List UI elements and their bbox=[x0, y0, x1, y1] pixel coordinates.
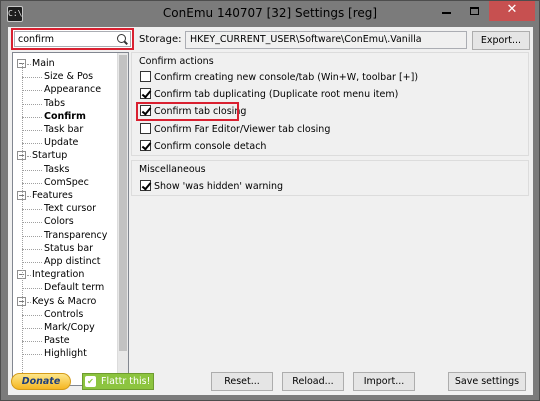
tree-item-features[interactable]: Features bbox=[32, 189, 73, 202]
tree-item-main[interactable]: Main bbox=[32, 57, 55, 70]
tree-connector bbox=[22, 222, 42, 224]
tree-connector bbox=[27, 156, 31, 158]
miscellaneous-group: Miscellaneous Show 'was hidden' warning bbox=[131, 160, 529, 196]
tree-connector bbox=[22, 63, 23, 383]
search-icon[interactable] bbox=[117, 34, 126, 43]
minimize-button[interactable] bbox=[433, 1, 460, 21]
tree-connector bbox=[22, 314, 42, 316]
checkbox-row-confirm-tab-duplicating-duplicate-root-m[interactable]: Confirm tab duplicating (Duplicate root … bbox=[140, 88, 398, 102]
confirm-actions-group: Confirm actions Confirm creating new con… bbox=[131, 52, 529, 156]
tree-item-task-bar[interactable]: Task bar bbox=[44, 123, 83, 136]
checkbox-row-confirm-creating-new-console-tab-win-w-t[interactable]: Confirm creating new console/tab (Win+W,… bbox=[140, 71, 418, 85]
tree-item-size-pos[interactable]: Size & Pos bbox=[44, 70, 93, 83]
tree-connector bbox=[22, 341, 42, 343]
tree-item-mark-copy[interactable]: Mark/Copy bbox=[44, 321, 95, 334]
tree-item-text-cursor[interactable]: Text cursor bbox=[44, 202, 96, 215]
highlight-annotation bbox=[136, 102, 239, 122]
close-icon: ✕ bbox=[506, 2, 518, 17]
tree-connector bbox=[22, 90, 42, 92]
save-settings-button[interactable]: Save settings bbox=[448, 372, 526, 391]
tree-item-tabs[interactable]: Tabs bbox=[44, 97, 65, 110]
tree-item-status-bar[interactable]: Status bar bbox=[44, 242, 93, 255]
tree-scrollbar[interactable] bbox=[117, 53, 128, 385]
title-bar[interactable]: C:\ ConEmu 140707 [32] Settings [reg] ✕ bbox=[1, 1, 539, 27]
flattr-label: Flattr this! bbox=[101, 376, 151, 387]
tree-connector bbox=[22, 209, 42, 211]
checkbox-label: Show 'was hidden' warning bbox=[154, 181, 284, 192]
tree-connector bbox=[22, 328, 42, 329]
storage-label: Storage: bbox=[139, 34, 182, 45]
tree-connector bbox=[22, 116, 42, 118]
checkbox-row-confirm-tab-closing[interactable]: Confirm tab closing bbox=[136, 102, 246, 122]
tree-connector bbox=[22, 354, 42, 356]
tree-connector bbox=[27, 301, 31, 303]
tree-item-paste[interactable]: Paste bbox=[44, 334, 70, 347]
tree-item-controls[interactable]: Controls bbox=[44, 308, 83, 321]
tree-connector bbox=[22, 262, 42, 263]
flattr-icon: ✔ bbox=[85, 376, 96, 387]
tree-connector bbox=[27, 275, 31, 277]
tree-connector bbox=[22, 182, 42, 184]
settings-tree[interactable]: − Main Size & Pos Appearance Tabs Confirm Task… bbox=[12, 52, 129, 386]
miscellaneous-title: Miscellaneous bbox=[139, 164, 206, 175]
tree-connector bbox=[27, 196, 31, 197]
tree-item-startup[interactable]: Startup bbox=[32, 149, 67, 162]
settings-client-area: −MainSize & PosAppearanceTabsConfirmTask… bbox=[8, 27, 533, 395]
donate-button[interactable]: Donate bbox=[11, 373, 71, 390]
tree-connector bbox=[22, 169, 42, 171]
checkbox-row-show-was-hidden-warning[interactable]: Show 'was hidden' warning bbox=[140, 180, 283, 194]
tree-scrollbar-thumb[interactable] bbox=[119, 55, 127, 351]
tree-item-tasks[interactable]: Tasks bbox=[44, 163, 69, 176]
reset-button[interactable]: Reset... bbox=[211, 372, 273, 391]
maximize-button[interactable] bbox=[461, 1, 488, 21]
checkbox[interactable] bbox=[140, 139, 151, 151]
checkbox[interactable] bbox=[140, 71, 151, 82]
tree-item-update[interactable]: Update bbox=[44, 136, 78, 149]
tree-item-confirm[interactable]: Confirm bbox=[44, 110, 86, 123]
tree-connector bbox=[22, 77, 42, 79]
checkbox[interactable] bbox=[140, 88, 151, 100]
confirm-actions-title: Confirm actions bbox=[139, 56, 214, 67]
maximize-icon bbox=[470, 6, 479, 15]
flattr-button[interactable]: ✔ Flattr this! bbox=[82, 373, 154, 390]
checkbox[interactable] bbox=[140, 122, 151, 134]
search-box bbox=[11, 28, 134, 50]
export-button[interactable]: Export... bbox=[472, 31, 530, 50]
tree-item-integration[interactable]: Integration bbox=[32, 268, 84, 281]
tree-connector bbox=[22, 248, 42, 250]
checkbox[interactable] bbox=[140, 180, 151, 191]
tree-connector bbox=[22, 235, 42, 237]
checkbox-row-confirm-console-detach[interactable]: Confirm console detach bbox=[140, 139, 267, 154]
tree-connector bbox=[22, 130, 42, 131]
tree-item-keys-macro[interactable]: Keys & Macro bbox=[32, 295, 96, 308]
checkbox-label: Confirm creating new console/tab (Win+W,… bbox=[154, 72, 419, 83]
settings-window: C:\ ConEmu 140707 [32] Settings [reg] ✕ … bbox=[0, 0, 540, 401]
close-button[interactable]: ✕ bbox=[489, 1, 535, 21]
tree-item-transparency[interactable]: Transparency bbox=[44, 229, 107, 242]
tree-connector bbox=[27, 64, 31, 65]
tree-item-app-distinct[interactable]: App distinct bbox=[44, 255, 101, 268]
tree-item-comspec[interactable]: ComSpec bbox=[44, 176, 89, 189]
search-input[interactable] bbox=[14, 31, 131, 47]
tree-item-appearance[interactable]: Appearance bbox=[44, 83, 101, 96]
tree-item-colors[interactable]: Colors bbox=[44, 215, 74, 228]
checkbox-label: Confirm Far Editor/Viewer tab closing bbox=[154, 123, 331, 135]
checkbox-label: Confirm tab duplicating (Duplicate root … bbox=[154, 89, 399, 101]
tree-connector bbox=[22, 143, 42, 145]
reload-button[interactable]: Reload... bbox=[282, 372, 344, 391]
checkbox-row-confirm-far-editor-viewer-tab-closing[interactable]: Confirm Far Editor/Viewer tab closing bbox=[140, 122, 331, 137]
checkbox-label: Confirm console detach bbox=[154, 140, 267, 152]
import-button[interactable]: Import... bbox=[353, 372, 415, 391]
minimize-icon bbox=[442, 11, 451, 14]
tree-connector bbox=[22, 288, 42, 290]
tree-connector bbox=[22, 103, 42, 105]
tree-item-default-term[interactable]: Default term bbox=[44, 281, 104, 294]
storage-path-field[interactable]: HKEY_CURRENT_USER\Software\ConEmu\.Vanil… bbox=[185, 31, 467, 49]
tree-item-highlight[interactable]: Highlight bbox=[44, 347, 87, 360]
